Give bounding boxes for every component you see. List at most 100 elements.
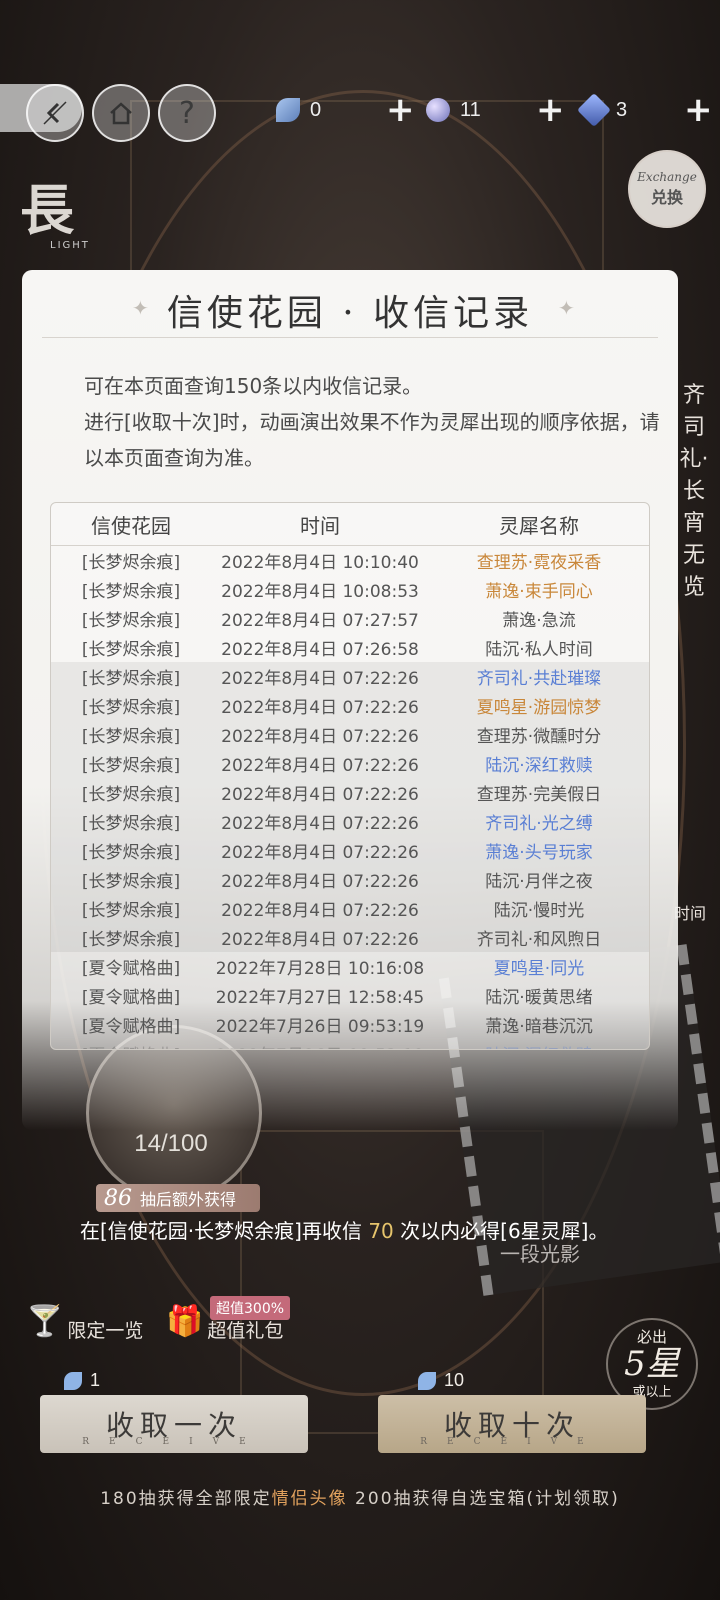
card-name-cell: 夏鸣星·同光	[493, 959, 585, 979]
add-orb-button[interactable]: +	[536, 90, 565, 130]
time-cell: 2022年8月4日 07:22:26	[221, 872, 419, 892]
title-divider	[42, 337, 658, 338]
banner-title: 長	[20, 178, 74, 242]
card-name-cell: 萧逸·急流	[502, 611, 576, 631]
value-badge: 超值300%	[210, 1296, 291, 1320]
time-cell: 2022年7月28日 10:16:08	[215, 959, 425, 979]
card-name-cell: 陆沉·深红救赎	[429, 1041, 649, 1049]
footer-note: 180抽获得全部限定情侣头像 200抽获得自选宝箱(计划领取)	[0, 1484, 720, 1509]
card-name-cell: 陆沉·月伴之夜	[485, 872, 593, 892]
time-cell: 2022年8月4日 10:08:53	[221, 582, 419, 602]
draw-once-button[interactable]: 收取一次 RECEIVE	[40, 1395, 308, 1453]
exchange-label: 兑换	[650, 188, 683, 207]
footer-pre: 180抽获得全部限定	[100, 1489, 272, 1509]
table-row: [夏令赋格曲]2022年7月26日 09:53:19陆沉·深红救赎	[51, 1039, 649, 1049]
guarantee-post: 次以内必得[6星灵犀]。	[400, 1219, 609, 1243]
table-row: [长梦烬余痕] 2022年8月4日 07:22:26 齐司礼·共赴璀璨	[51, 662, 649, 691]
modal-description: 可在本页面查询150条以内收信记录。 进行[收取十次]时，动画演出效果不作为灵犀…	[84, 368, 664, 476]
exchange-script: Exchange	[637, 170, 697, 184]
pool-cell: [长梦烬余痕]	[81, 814, 181, 834]
table-row: [长梦烬余痕] 2022年8月4日 10:10:40 查理苏·霓夜采香	[51, 546, 649, 575]
pool-cell: [长梦烬余痕]	[81, 553, 181, 573]
table-row: [长梦烬余痕] 2022年8月4日 07:22:26 查理苏·微醺时分	[51, 720, 649, 749]
feather-icon	[276, 98, 300, 122]
table-row: [长梦烬余痕] 2022年8月4日 07:22:26 夏鸣星·游园惊梦	[51, 691, 649, 720]
cost-value: 10	[444, 1370, 465, 1390]
limited-list-label: 限定一览	[67, 1320, 144, 1342]
banner-time-label: 时间	[674, 904, 707, 923]
card-name-cell: 陆沉·暖黄思绪	[485, 988, 593, 1008]
gift-icon: 🎁	[166, 1304, 204, 1339]
table-row: [长梦烬余痕] 2022年8月4日 07:22:26 齐司礼·和风煦日	[51, 923, 649, 952]
banner-light-label: LIGHT	[50, 240, 90, 251]
back-icon	[43, 101, 67, 125]
time-cell: 2022年8月4日 07:22:26	[221, 698, 419, 718]
single-draw-cost: 1	[64, 1370, 100, 1391]
time-cell: 2022年8月4日 07:22:26	[221, 901, 419, 921]
extra-count: 86	[104, 1185, 132, 1211]
draw-ten-button[interactable]: 收取十次 RECEIVE	[378, 1395, 646, 1453]
time-cell: 2022年8月4日 07:22:26	[221, 727, 419, 747]
time-cell: 2022年7月26日 09:53:19	[211, 1041, 429, 1049]
column-header: 灵犀名称	[499, 513, 579, 538]
table-row: [长梦烬余痕] 2022年8月4日 07:22:26 萧逸·头号玩家	[51, 836, 649, 865]
top-bar: ? 0 + 11 + 3 +	[0, 78, 720, 150]
pool-cell: [长梦烬余痕]	[81, 872, 181, 892]
time-cell: 2022年8月4日 10:10:40	[221, 553, 419, 573]
time-cell: 2022年7月27日 12:58:45	[215, 988, 425, 1008]
exchange-button[interactable]: Exchange 兑换	[628, 150, 706, 228]
help-button[interactable]: ?	[158, 84, 216, 142]
footer-highlight: 情侣头像	[271, 1489, 348, 1509]
table-row: [夏令赋格曲] 2022年7月28日 10:16:08 夏鸣星·同光	[51, 952, 649, 981]
seal-main: 5星	[624, 1344, 680, 1384]
gift-pack-label: 超值礼包	[207, 1320, 284, 1342]
home-button[interactable]	[92, 84, 150, 142]
guarantee-text: 在[信使花园·长梦烬余痕]再收信 70 次以内必得[6星灵犀]。	[80, 1215, 608, 1244]
extra-reward-tag: 86 抽后额外获得	[96, 1184, 261, 1212]
button-subtext: RECEIVE	[82, 1437, 266, 1447]
extra-text: 抽后额外获得	[140, 1190, 237, 1209]
description-line: 进行[收取十次]时，动画演出效果不作为灵犀出现的顺序依据，请以本页面查询为准。	[84, 410, 660, 470]
table-row: [长梦烬余痕] 2022年8月4日 07:22:26 齐司礼·光之缚	[51, 807, 649, 836]
limited-list-button[interactable]: 🍸 限定一览	[26, 1300, 143, 1343]
time-cell: 2022年8月4日 07:22:26	[221, 785, 419, 805]
resource-crystal: 3	[577, 93, 628, 127]
record-table[interactable]: 信使花园 时间 灵犀名称 [长梦烬余痕] 2022年8月4日 10:10:40 查理…	[50, 502, 650, 1050]
time-cell: 2022年8月4日 07:22:26	[221, 756, 419, 776]
guarantee-pre: 在[信使花园·长梦烬余痕]再收信	[80, 1219, 362, 1243]
table-row: [长梦烬余痕] 2022年8月4日 10:08:53 萧逸·束手同心	[51, 575, 649, 604]
modal-title: 信使花园 · 收信记录	[166, 293, 534, 334]
card-name-cell: 萧逸·头号玩家	[485, 843, 593, 863]
pool-cell: [夏令赋格曲]	[81, 1017, 181, 1037]
card-name-cell: 查理苏·霓夜采香	[476, 553, 602, 573]
pool-cell: [长梦烬余痕]	[81, 698, 181, 718]
button-subtext: RECEIVE	[420, 1437, 604, 1447]
pity-count: 14/100	[134, 1130, 208, 1157]
time-cell: 2022年8月4日 07:27:57	[221, 611, 419, 631]
table-row: [长梦烬余痕] 2022年8月4日 07:22:26 陆沉·深红救赎	[51, 749, 649, 778]
crystal-icon	[577, 93, 611, 127]
column-header: 信使花园	[91, 513, 171, 538]
card-name-cell: 齐司礼·光之缚	[485, 814, 593, 834]
resource-value: 3	[616, 98, 628, 121]
resource-orb: 11	[426, 94, 481, 126]
card-name-cell: 查理苏·完美假日	[476, 785, 602, 805]
pool-cell: [长梦烬余痕]	[81, 930, 181, 950]
card-name-cell: 齐司礼·和风煦日	[476, 930, 602, 950]
card-name-cell: 查理苏·微醺时分	[476, 727, 602, 747]
back-button[interactable]	[26, 84, 84, 142]
card-name-cell: 陆沉·深红救赎	[485, 756, 593, 776]
pool-cell: [夏令赋格曲]	[51, 1041, 211, 1049]
pool-cell: [长梦烬余痕]	[81, 669, 181, 689]
column-header: 时间	[300, 513, 340, 538]
table-row: [长梦烬余痕] 2022年8月4日 07:22:26 查理苏·完美假日	[51, 778, 649, 807]
home-icon	[110, 102, 132, 125]
pool-cell: [长梦烬余痕]	[81, 785, 181, 805]
add-feather-button[interactable]: +	[386, 90, 415, 130]
cocktail-icon: 🍸	[26, 1304, 64, 1339]
add-crystal-button[interactable]: +	[684, 90, 713, 130]
orb-icon	[426, 98, 450, 122]
pool-cell: [夏令赋格曲]	[81, 959, 181, 979]
pool-cell: [长梦烬余痕]	[81, 756, 181, 776]
time-cell: 2022年8月4日 07:22:26	[221, 814, 419, 834]
